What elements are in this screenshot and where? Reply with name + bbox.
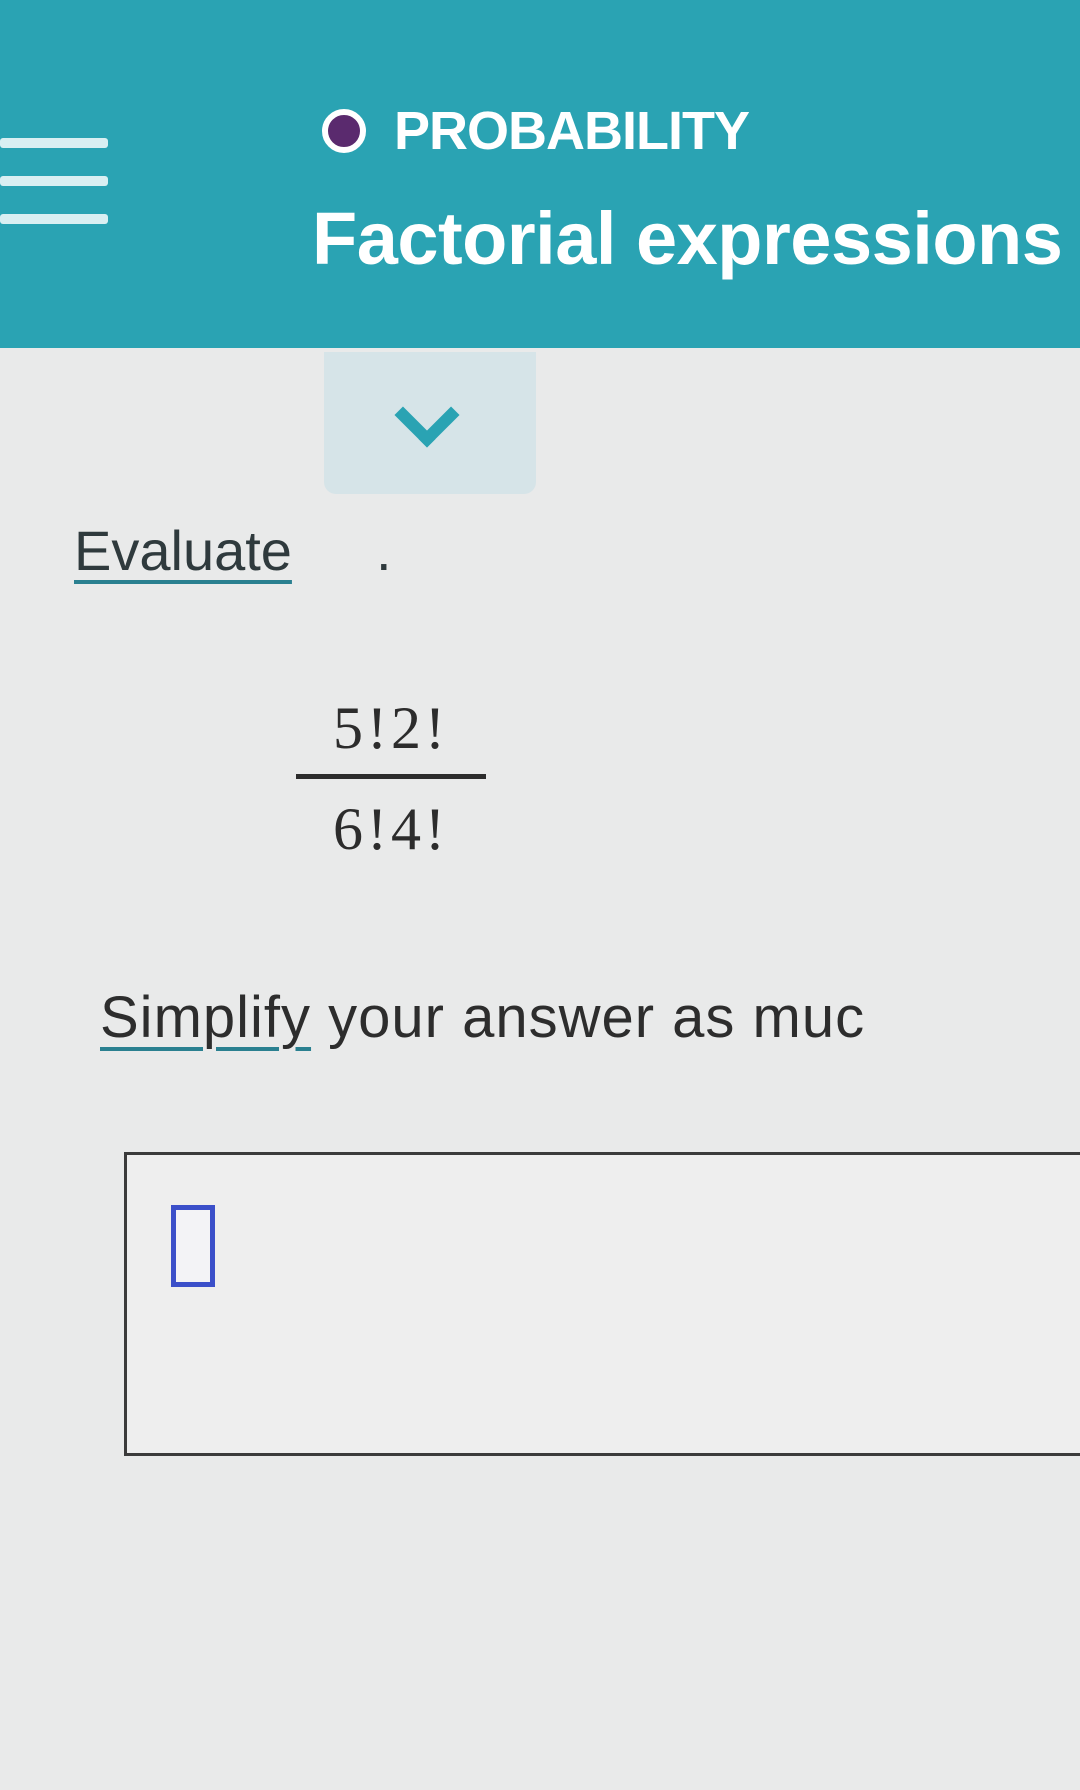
collapse-toggle-button[interactable] — [324, 352, 536, 494]
simplify-instruction: Simplify your answer as muc — [100, 984, 865, 1051]
menu-bar-top — [0, 138, 108, 148]
topic-title: Factorial expressions — [312, 197, 1063, 280]
category-label: PROBABILITY — [394, 101, 750, 161]
header-banner: PROBABILITY Factorial expressions — [0, 0, 1080, 348]
category-row: PROBABILITY — [322, 96, 750, 166]
menu-bar-middle — [0, 176, 108, 186]
factorial-fraction: 5!2! 6!4! — [296, 692, 486, 865]
category-dot-icon — [322, 109, 366, 153]
evaluate-link[interactable]: Evaluate — [74, 518, 292, 583]
hamburger-menu-icon[interactable] — [0, 138, 110, 238]
answer-area[interactable] — [124, 1152, 1080, 1456]
chevron-down-icon — [394, 382, 460, 448]
simplify-instruction-text: your answer as muc — [311, 985, 866, 1050]
fraction-denominator: 6!4! — [333, 796, 449, 862]
fraction-bar — [296, 774, 486, 779]
menu-bar-bottom — [0, 214, 108, 224]
fraction-numerator: 5!2! — [333, 695, 449, 761]
simplify-link[interactable]: Simplify — [100, 985, 311, 1050]
evaluate-period: . — [376, 519, 392, 582]
answer-input[interactable] — [171, 1205, 215, 1287]
